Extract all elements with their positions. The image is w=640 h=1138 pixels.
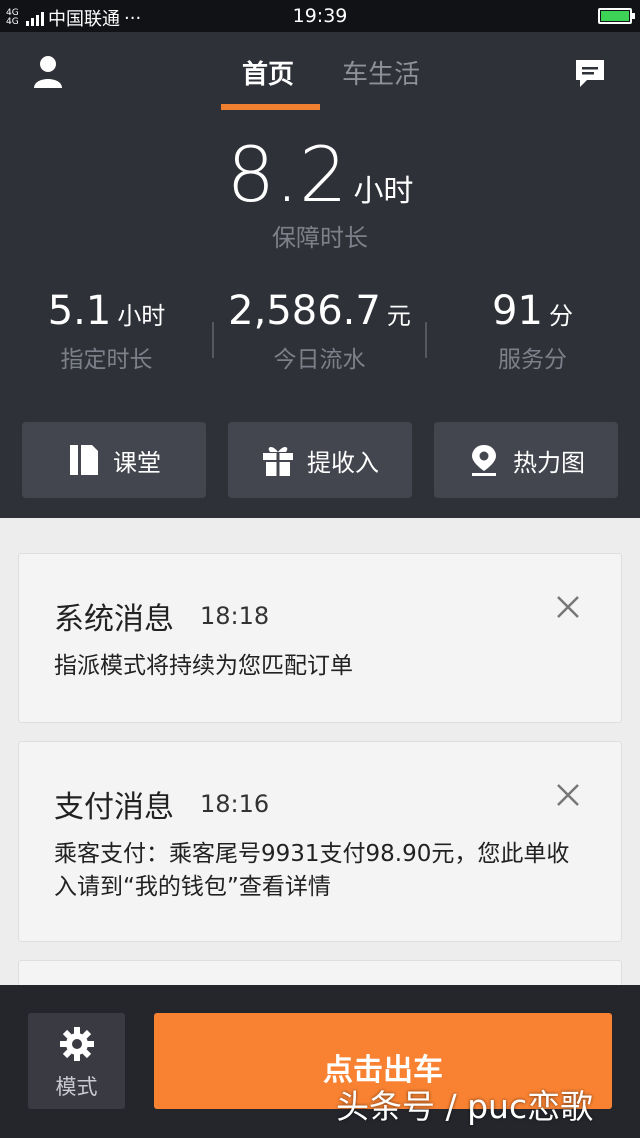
map-pin-icon [472, 445, 496, 476]
message-time: 18:16 [200, 790, 270, 818]
classroom-label: 课堂 [113, 448, 161, 477]
dashboard-panel: 8.2 小时 保障时长 5.1 小时 指定时长 2,586.7 元 今日流水 91 分 … [0, 110, 640, 518]
stat-today-revenue: 2,586.7 元 今日流水 [213, 288, 426, 374]
guaranteed-hours: 8.2 小时 [0, 130, 640, 219]
close-icon[interactable] [555, 782, 581, 808]
status-time: 19:39 [292, 5, 348, 27]
message-title: 系统消息 [54, 602, 174, 637]
message-body: 指派模式将持续为您匹配订单 [54, 653, 353, 679]
tab-car-life[interactable]: 车生活 [342, 54, 420, 91]
message-body: 乘客支付：乘客尾号9931支付98.90元，您此单收入请到“我的钱包”查看详情 [54, 841, 570, 900]
stat-unit: 元 [386, 302, 411, 330]
watermark: 头条号 / puc恋歌 [336, 1087, 594, 1126]
boost-income-button[interactable]: 提收入 [228, 422, 412, 498]
stat-assigned-hours: 5.1 小时 指定时长 [0, 288, 213, 374]
gear-icon [60, 1027, 94, 1061]
guaranteed-hours-unit: 小时 [353, 174, 414, 209]
user-icon[interactable] [32, 54, 64, 88]
tab-home[interactable]: 首页 [242, 54, 294, 91]
boost-income-label: 提收入 [307, 448, 379, 477]
stat-service-score: 91 分 服务分 [426, 288, 639, 374]
classroom-button[interactable]: 课堂 [22, 422, 206, 498]
status-bar: 4G 4G 中国联通 ··· 19:39 [0, 0, 640, 32]
stat-unit: 小时 [117, 302, 166, 330]
guaranteed-hours-value: 8.2 [226, 130, 348, 219]
stat-value: 5.1 [47, 288, 112, 334]
message-icon[interactable] [574, 56, 606, 90]
mode-label: 模式 [55, 1075, 98, 1099]
guaranteed-hours-label: 保障时长 [272, 224, 368, 252]
message-card[interactable]: 系统消息 18:18 指派模式将持续为您匹配订单 [18, 553, 622, 723]
stat-label: 服务分 [498, 347, 567, 373]
heatmap-label: 热力图 [513, 448, 585, 477]
battery-icon [598, 8, 635, 24]
gift-icon [263, 447, 293, 476]
heatmap-button[interactable]: 热力图 [434, 422, 618, 498]
app-header: 首页 车生活 [0, 32, 640, 110]
message-card[interactable]: 支付消息 18:16 乘客支付：乘客尾号9931支付98.90元，您此单收入请到… [18, 741, 622, 942]
stat-unit: 分 [548, 302, 573, 330]
message-time: 18:18 [200, 602, 270, 630]
book-icon [70, 445, 98, 475]
stat-label: 指定时长 [60, 347, 153, 373]
message-title: 支付消息 [54, 790, 174, 825]
stat-value: 2,586.7 [228, 288, 381, 334]
stat-value: 91 [492, 288, 543, 334]
mode-button[interactable]: 模式 [28, 1013, 125, 1109]
stat-label: 今日流水 [273, 347, 366, 373]
close-icon[interactable] [555, 594, 581, 620]
